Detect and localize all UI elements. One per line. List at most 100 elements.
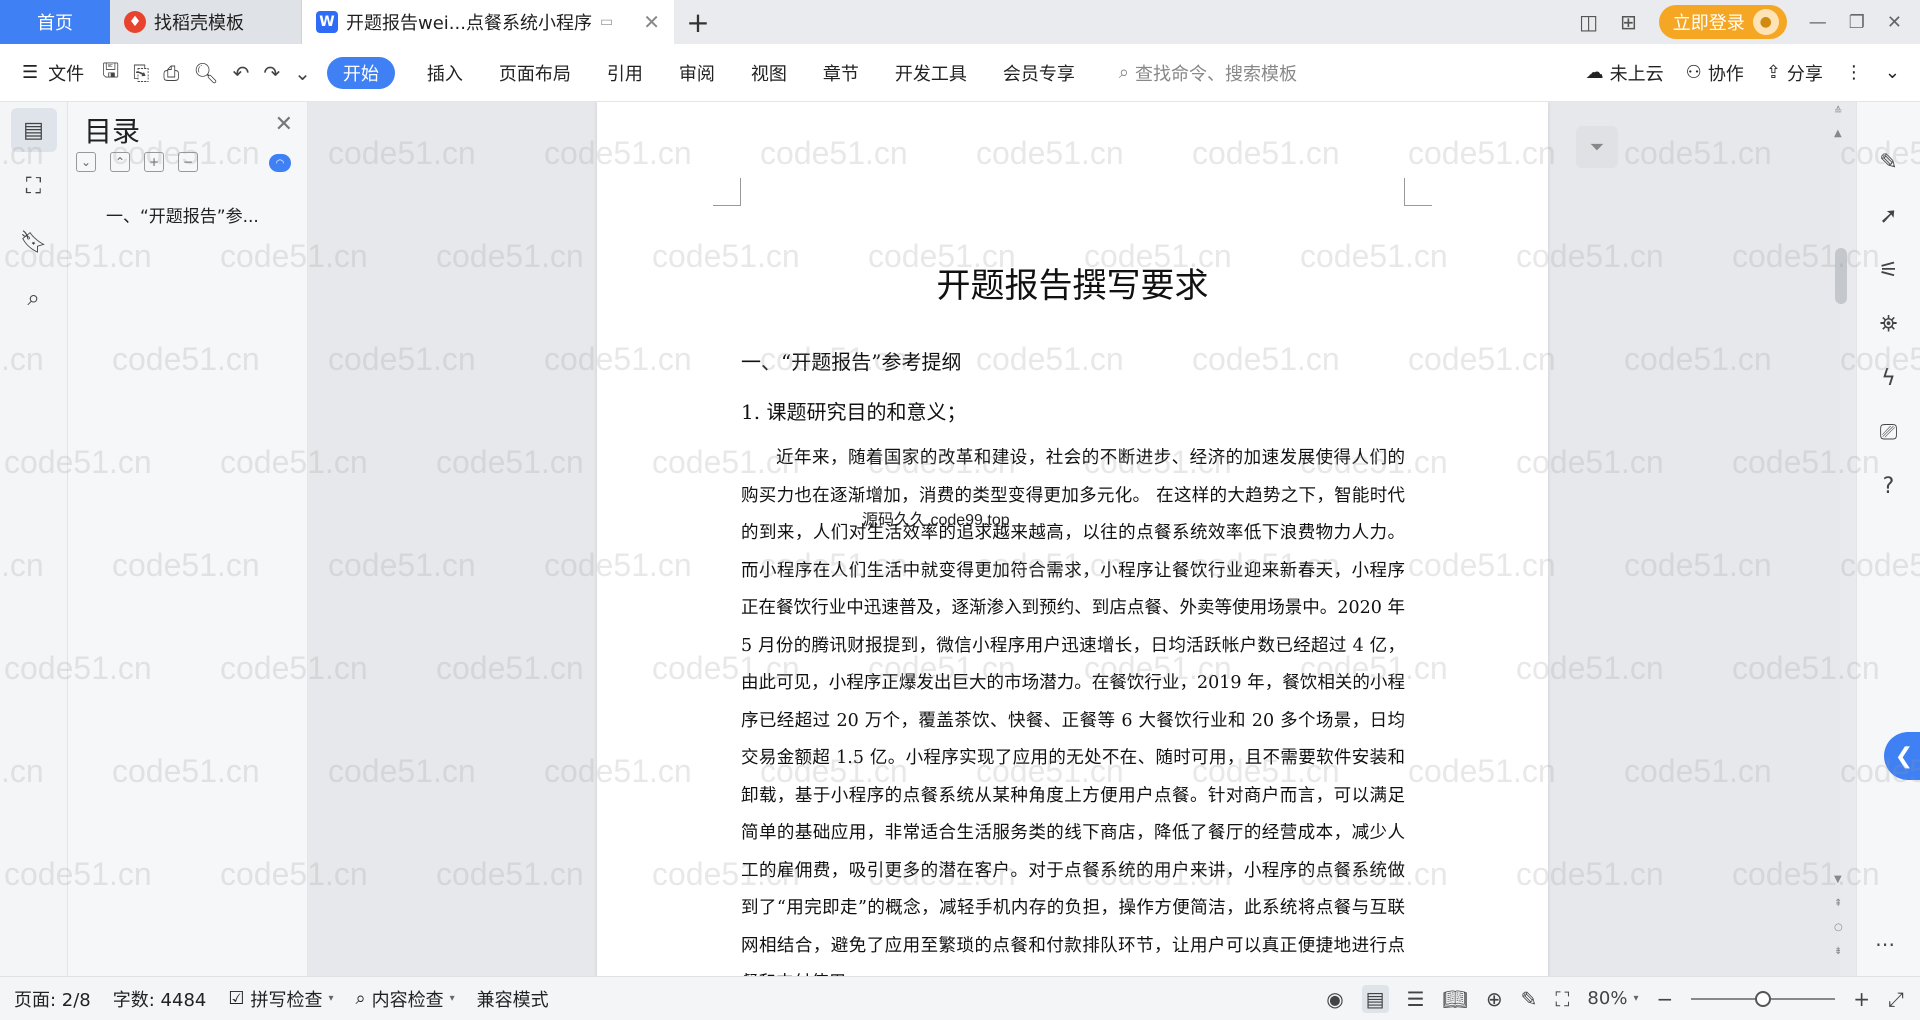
- write-mode-icon[interactable]: ✎: [1521, 987, 1538, 1011]
- document-heading-1: 一、“开题报告”参考提纲: [741, 350, 962, 374]
- ai-assistant-icon[interactable]: ⛯: [1871, 308, 1907, 340]
- print-icon[interactable]: ⎙: [163, 61, 179, 85]
- select-browse-icon[interactable]: ○: [1834, 922, 1843, 933]
- read-mode-icon[interactable]: 📖︎: [1443, 987, 1468, 1011]
- scroll-up-icon[interactable]: ▲: [1834, 128, 1842, 139]
- collapse-all-icon[interactable]: ⌃: [110, 152, 130, 172]
- ribbon-tab-insert[interactable]: 插入: [409, 60, 481, 86]
- lightning-icon[interactable]: ϟ: [1871, 362, 1907, 394]
- close-icon[interactable]: ✕: [275, 112, 293, 137]
- window-layout-icon[interactable]: ◫: [1579, 10, 1598, 34]
- zoom-level[interactable]: 80% ▾: [1587, 988, 1638, 1009]
- share-button[interactable]: ⇪ 分享: [1766, 60, 1823, 86]
- outline-view-icon[interactable]: ☰: [1407, 987, 1425, 1011]
- status-bar: 页面: 2/8 字数: 4484 ☑ 拼写检查 ▾ ⌕ 内容检查 ▾ 兼容模式 …: [0, 976, 1920, 1020]
- document-page[interactable]: 开题报告撰写要求 一、“开题报告”参考提纲 1. 课题研究目的和意义； 近年来，…: [597, 102, 1548, 976]
- reading-icon[interactable]: ⎚: [1871, 416, 1907, 448]
- file-menu-label: 文件: [48, 63, 85, 85]
- save-icon[interactable]: 🖫: [102, 56, 119, 90]
- more-icon[interactable]: ⋯: [1875, 932, 1895, 956]
- page-indicator[interactable]: 页面: 2/8: [14, 986, 91, 1012]
- collaborate-button[interactable]: ⚇ 协作: [1686, 60, 1744, 86]
- crop-mark: [713, 178, 741, 206]
- file-menu[interactable]: ☰ 文件: [0, 60, 102, 86]
- select-cursor-icon[interactable]: ➚: [1871, 200, 1907, 232]
- minimize-icon[interactable]: —: [1809, 12, 1827, 33]
- customize-toolbar-icon[interactable]: ⌄: [294, 61, 311, 85]
- cloud-icon: ☁: [1585, 62, 1604, 83]
- export-pdf-icon[interactable]: ⎘: [133, 61, 149, 85]
- zoom-out-icon[interactable]: −: [1656, 987, 1673, 1011]
- bookmark-icon[interactable]: 🔖︎: [11, 220, 57, 264]
- docer-icon: ♦: [124, 11, 146, 33]
- eye-protection-icon[interactable]: ◉: [1326, 987, 1343, 1011]
- ribbon-tab-developer[interactable]: 开发工具: [877, 60, 985, 86]
- add-heading-icon[interactable]: +: [144, 152, 164, 172]
- ribbon-tab-section[interactable]: 章节: [805, 60, 877, 86]
- expand-all-icon[interactable]: ⌄: [76, 152, 96, 172]
- cloud-status-button[interactable]: ☁ 未上云: [1586, 60, 1664, 86]
- caret-down-icon: ▾: [449, 993, 455, 1004]
- collapse-ribbon-icon[interactable]: ⌄: [1885, 62, 1900, 83]
- content-check-button[interactable]: ⌕ 内容检查 ▾: [356, 986, 455, 1012]
- left-rail: ▤ ⛶ 🔖︎ ⌕: [0, 102, 68, 976]
- login-label: 立即登录: [1672, 13, 1745, 34]
- zoom-slider[interactable]: [1691, 989, 1836, 1009]
- more-options-icon[interactable]: ⋮: [1845, 62, 1863, 83]
- close-window-icon[interactable]: ✕: [1887, 12, 1902, 33]
- remove-heading-icon[interactable]: −: [178, 152, 198, 172]
- ribbon-tab-home[interactable]: 开始: [326, 56, 395, 89]
- undo-icon[interactable]: ↶: [233, 61, 250, 85]
- fullscreen-icon[interactable]: ⤢: [1888, 987, 1904, 1011]
- ribbon-tab-view[interactable]: 视图: [733, 60, 805, 86]
- vertical-scrollbar[interactable]: ≙ ▲ ▼ ⇞ ○ ⇟: [1830, 102, 1852, 976]
- previous-page-icon[interactable]: ⇞: [1834, 898, 1842, 909]
- find-icon[interactable]: ⌕: [11, 276, 57, 320]
- spell-check-button[interactable]: ☑ 拼写检查 ▾: [228, 986, 333, 1012]
- cloud-status-label: 未上云: [1609, 63, 1664, 85]
- tab-document[interactable]: W 开题报告wei...点餐系统小程序 ▭ ✕: [302, 0, 674, 44]
- restore-icon[interactable]: ❐: [1849, 12, 1865, 33]
- redo-icon[interactable]: ↷: [263, 61, 280, 85]
- print-preview-icon[interactable]: 🔍︎: [193, 61, 218, 85]
- content-check-label: 内容检查: [371, 989, 444, 1011]
- edit-pen-icon[interactable]: ✎: [1871, 146, 1907, 178]
- toc-panel-icon[interactable]: ▤: [10, 108, 57, 152]
- ribbon-tab-member[interactable]: 会员专享: [985, 60, 1093, 86]
- ribbon-tab-layout[interactable]: 页面布局: [481, 60, 589, 86]
- close-tab-icon[interactable]: ✕: [643, 10, 660, 34]
- ribbon-tabs: 开始 插入 页面布局 引用 审阅 视图 章节 开发工具 会员专享: [326, 56, 1093, 89]
- help-icon[interactable]: ?: [1871, 470, 1907, 502]
- section-navigation-icon[interactable]: ⛶: [11, 164, 57, 208]
- page-view-icon[interactable]: ▤: [1361, 984, 1389, 1013]
- apps-grid-icon[interactable]: ⊞: [1620, 10, 1637, 34]
- tabbar-right: ◫ ⊞ 立即登录 ● — ❐ ✕: [1579, 0, 1920, 44]
- web-view-icon[interactable]: ⊕: [1486, 987, 1503, 1011]
- fit-page-icon[interactable]: ⛶: [1555, 987, 1569, 1011]
- pin-window-icon[interactable]: ▭: [600, 14, 613, 30]
- scroll-down-icon[interactable]: ▼: [1834, 874, 1842, 885]
- ribbon-tab-references[interactable]: 引用: [589, 60, 661, 86]
- smart-toc-icon[interactable]: ◠: [269, 154, 291, 172]
- adjust-sliders-icon[interactable]: ⚟: [1871, 254, 1907, 286]
- word-count[interactable]: 字数: 4484: [113, 986, 207, 1012]
- toc-item[interactable]: 一、“开题报告”参...: [106, 202, 259, 227]
- document-heading-2: 1. 课题研究目的和意义；: [741, 400, 967, 424]
- ribbon-tab-review[interactable]: 审阅: [661, 60, 733, 86]
- document-area: 开题报告撰写要求 一、“开题报告”参考提纲 1. 课题研究目的和意义； 近年来，…: [309, 102, 1840, 976]
- scrollbar-thumb[interactable]: [1835, 248, 1847, 304]
- caret-down-icon: ▾: [1633, 993, 1639, 1004]
- new-tab-button[interactable]: +: [674, 0, 722, 44]
- zoom-value: 80%: [1587, 988, 1628, 1009]
- page-filter-icon[interactable]: ⏷: [1576, 126, 1618, 168]
- tab-docer-templates[interactable]: ♦ 找稻壳模板: [110, 0, 302, 44]
- tab-home[interactable]: 首页: [0, 0, 110, 44]
- command-search[interactable]: ⌕ 查找命令、搜索模板: [1119, 60, 1297, 86]
- inline-watermark-text: 源码久久 code99.top: [862, 512, 1010, 529]
- command-search-placeholder: 查找命令、搜索模板: [1134, 63, 1297, 85]
- login-button[interactable]: 立即登录 ●: [1658, 5, 1787, 39]
- zoom-knob[interactable]: [1755, 990, 1772, 1007]
- next-page-icon[interactable]: ⇟: [1834, 946, 1842, 957]
- zoom-in-icon[interactable]: +: [1853, 987, 1870, 1011]
- scroll-top-icon[interactable]: ≙: [1834, 106, 1842, 117]
